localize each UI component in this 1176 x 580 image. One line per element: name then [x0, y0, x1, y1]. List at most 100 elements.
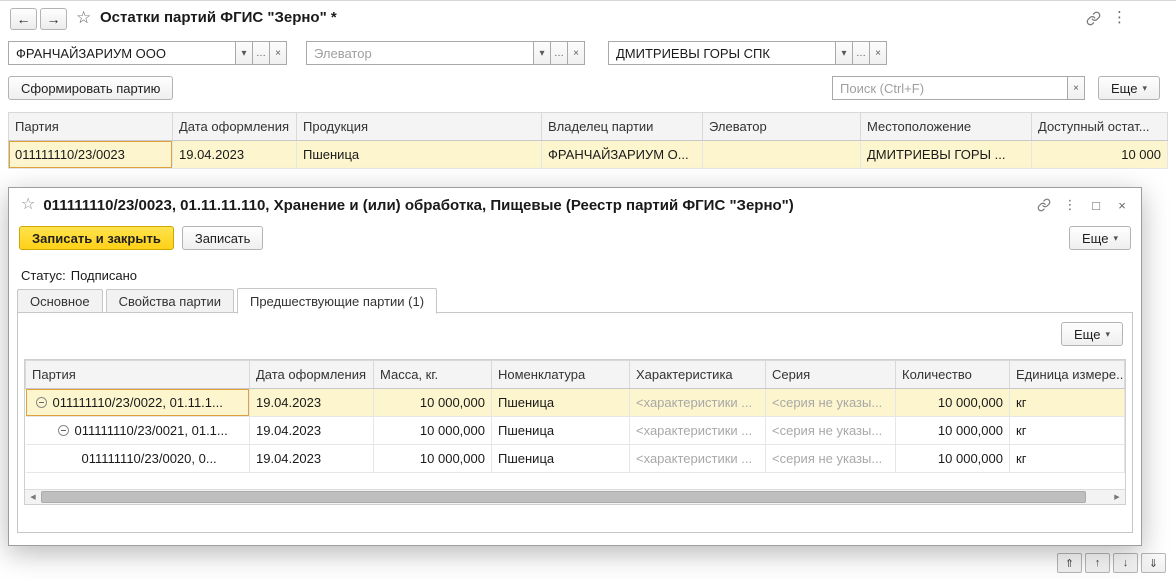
cell-series[interactable]: <серия не указы... — [765, 388, 896, 417]
cell-mass[interactable]: 10 000,000 — [373, 388, 492, 417]
link-icon-glyph — [1086, 11, 1100, 25]
save-and-close-button[interactable]: Записать и закрыть — [19, 226, 174, 250]
favorite-star-icon[interactable]: ☆ — [76, 9, 91, 26]
table-row[interactable]: 011111110/23/0021, 01.1... 19.04.2023 10… — [25, 416, 1125, 445]
cell-batch[interactable]: 011111110/23/0021, 01.1... — [25, 416, 250, 445]
cell-characteristic[interactable]: <характеристики ... — [629, 444, 766, 473]
cell-unit[interactable]: кг — [1009, 416, 1125, 445]
cell-nomenclature[interactable]: Пшеница — [491, 416, 630, 445]
tab-previous-batches[interactable]: Предшествующие партии (1) — [236, 288, 438, 314]
chevron-down-icon[interactable]: ▾ — [835, 41, 853, 65]
location-filter-input[interactable] — [608, 41, 836, 65]
col-batch[interactable]: Партия — [25, 360, 250, 389]
cell-batch[interactable]: 011111110/23/0022, 01.11.1... — [25, 388, 250, 417]
chevron-down-icon[interactable]: ▾ — [235, 41, 253, 65]
cell-characteristic[interactable]: <характеристики ... — [629, 416, 766, 445]
cell-unit[interactable]: кг — [1009, 388, 1125, 417]
table-row[interactable]: 011111110/23/0023 19.04.2023 Пшеница ФРА… — [8, 140, 1168, 169]
form-batch-button[interactable]: Сформировать партию — [8, 76, 174, 100]
cell-date[interactable]: 19.04.2023 — [249, 416, 374, 445]
cell-quantity[interactable]: 10 000,000 — [895, 388, 1010, 417]
kebab-menu-icon[interactable]: ⋮ — [1059, 194, 1081, 216]
cell-date[interactable]: 19.04.2023 — [249, 388, 374, 417]
cell-batch[interactable]: 011111110/23/0023 — [8, 140, 173, 169]
scroll-up-button[interactable]: ↑ — [1085, 553, 1110, 573]
scroll-down-button[interactable]: ↓ — [1113, 553, 1138, 573]
col-location[interactable]: Местоположение — [860, 112, 1032, 141]
panel-more-button[interactable]: Еще ▾ — [1061, 322, 1123, 346]
table-row[interactable]: 011111110/23/0022, 01.11.1... 19.04.2023… — [25, 388, 1125, 417]
scroll-right-icon[interactable]: ▶ — [1109, 490, 1125, 504]
col-mass[interactable]: Масса, кг. — [373, 360, 492, 389]
cell-date[interactable]: 19.04.2023 — [172, 140, 297, 169]
cell-quantity[interactable]: 10 000,000 — [895, 444, 1010, 473]
cell-location[interactable]: ДМИТРИЕВЫ ГОРЫ ... — [860, 140, 1032, 169]
choose-ellipsis-button[interactable]: … — [852, 41, 870, 65]
save-button[interactable]: Записать — [181, 226, 264, 250]
clear-search-icon[interactable]: × — [1067, 76, 1085, 100]
dialog-more-button[interactable]: Еще ▾ — [1069, 226, 1131, 250]
cell-mass[interactable]: 10 000,000 — [373, 444, 492, 473]
location-filter: ▾ … × — [608, 41, 887, 65]
cell-series[interactable]: <серия не указы... — [765, 444, 896, 473]
clear-icon[interactable]: × — [567, 41, 585, 65]
cell-characteristic[interactable]: <характеристики ... — [629, 388, 766, 417]
close-icon[interactable]: × — [1111, 194, 1133, 216]
clear-icon[interactable]: × — [269, 41, 287, 65]
tab-batch-properties[interactable]: Свойства партии — [105, 289, 234, 313]
cell-available[interactable]: 10 000 — [1031, 140, 1168, 169]
col-series[interactable]: Серия — [765, 360, 896, 389]
clear-icon[interactable]: × — [869, 41, 887, 65]
cell-nomenclature[interactable]: Пшеница — [491, 388, 630, 417]
search-input[interactable] — [832, 76, 1068, 100]
col-batch[interactable]: Партия — [8, 112, 173, 141]
cell-owner[interactable]: ФРАНЧАЙЗАРИУМ О... — [541, 140, 703, 169]
scroll-bottom-button[interactable]: ⇓ — [1141, 553, 1166, 573]
choose-ellipsis-button[interactable]: … — [550, 41, 568, 65]
col-date[interactable]: Дата оформления — [172, 112, 297, 141]
kebab-menu-icon[interactable]: ⋮ — [1112, 10, 1127, 25]
previous-batches-grid: Партия Дата оформления Масса, кг. Номенк… — [24, 359, 1126, 505]
maximize-icon[interactable]: □ — [1085, 194, 1107, 216]
horizontal-scrollbar[interactable]: ◀ ▶ — [25, 489, 1125, 504]
col-owner[interactable]: Владелец партии — [541, 112, 703, 141]
cell-elevator[interactable] — [702, 140, 861, 169]
scroll-left-icon[interactable]: ◀ — [25, 490, 41, 504]
cell-series[interactable]: <серия не указы... — [765, 416, 896, 445]
collapse-node-icon[interactable] — [57, 425, 69, 436]
cell-quantity[interactable]: 10 000,000 — [895, 416, 1010, 445]
col-quantity[interactable]: Количество — [895, 360, 1010, 389]
link-icon-glyph — [1037, 198, 1051, 212]
chevron-down-icon[interactable]: ▾ — [533, 41, 551, 65]
col-product[interactable]: Продукция — [296, 112, 542, 141]
col-nomenclature[interactable]: Номенклатура — [491, 360, 630, 389]
cell-nomenclature[interactable]: Пшеница — [491, 444, 630, 473]
tab-main[interactable]: Основное — [17, 289, 103, 313]
status-label: Статус: — [21, 268, 66, 283]
cell-product[interactable]: Пшеница — [296, 140, 542, 169]
scrollbar-thumb[interactable] — [41, 491, 1086, 503]
scrollbar-track[interactable] — [1086, 490, 1109, 504]
collapse-node-icon[interactable] — [35, 397, 47, 408]
cell-mass[interactable]: 10 000,000 — [373, 416, 492, 445]
scroll-top-button[interactable]: ⇑ — [1057, 553, 1082, 573]
col-characteristic[interactable]: Характеристика — [629, 360, 766, 389]
link-icon[interactable] — [1033, 194, 1055, 216]
owner-filter-input[interactable] — [8, 41, 236, 65]
cell-date[interactable]: 19.04.2023 — [249, 444, 374, 473]
cell-unit[interactable]: кг — [1009, 444, 1125, 473]
back-button[interactable]: ← — [10, 8, 37, 30]
forward-button[interactable]: → — [40, 8, 67, 30]
more-button[interactable]: Еще ▾ — [1098, 76, 1160, 100]
col-elevator[interactable]: Элеватор — [702, 112, 861, 141]
cell-batch[interactable]: 011111110/23/0020, 0... — [25, 444, 250, 473]
col-date[interactable]: Дата оформления — [249, 360, 374, 389]
previous-batches-table: Партия Дата оформления Масса, кг. Номенк… — [25, 360, 1125, 473]
link-icon[interactable] — [1082, 7, 1104, 29]
table-row[interactable]: 011111110/23/0020, 0... 19.04.2023 10 00… — [25, 444, 1125, 473]
choose-ellipsis-button[interactable]: … — [252, 41, 270, 65]
elevator-filter-input[interactable] — [306, 41, 534, 65]
col-unit[interactable]: Единица измере... — [1009, 360, 1125, 389]
favorite-star-icon[interactable]: ☆ — [21, 197, 35, 213]
col-available[interactable]: Доступный остат... — [1031, 112, 1168, 141]
